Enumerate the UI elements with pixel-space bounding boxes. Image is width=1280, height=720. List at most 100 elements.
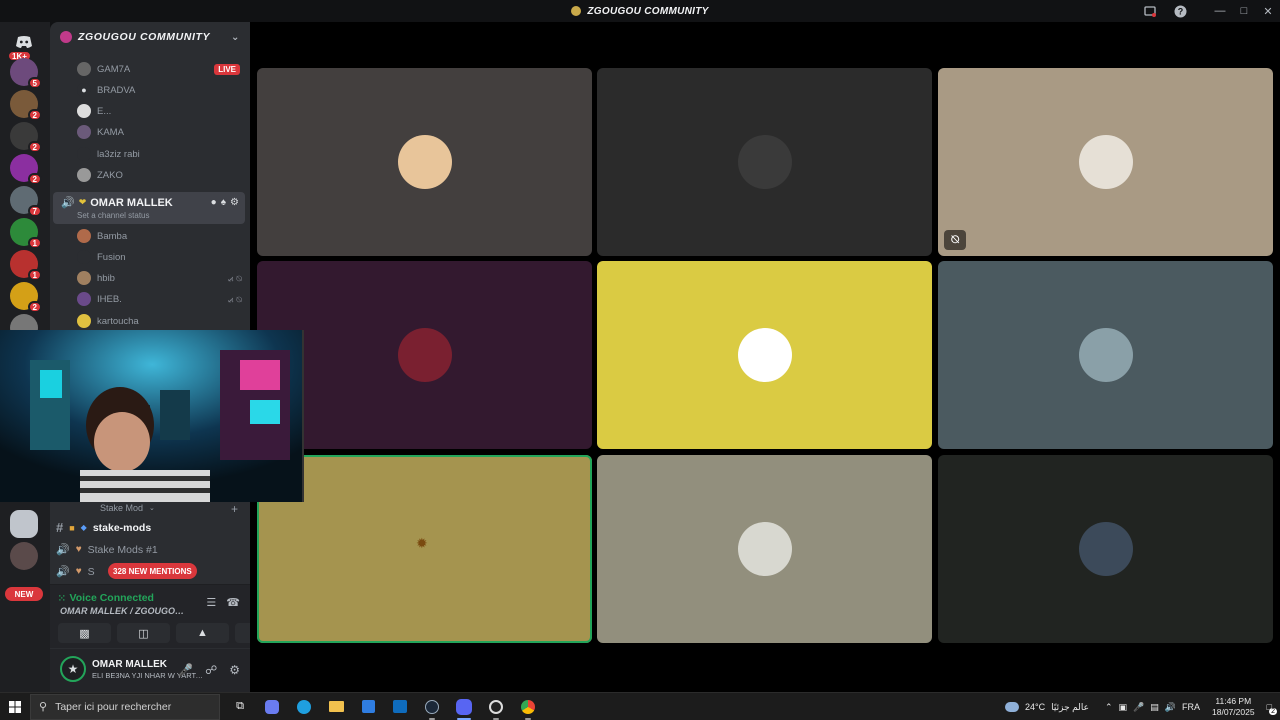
voice-channel-active[interactable]: 🔊 ❤ OMAR MALLEK Set a channel status ● ♠… [53, 192, 245, 224]
weather-temp[interactable]: 24°C [1025, 702, 1045, 712]
voice-user[interactable]: Fusion [77, 250, 126, 264]
discord-taskbar-icon[interactable] [448, 693, 480, 720]
clock-time: 11:46 PM [1215, 696, 1252, 706]
chat-icon[interactable]: ● [211, 197, 217, 208]
add-channel-icon[interactable]: + [231, 502, 238, 516]
store-icon[interactable] [352, 693, 384, 720]
voice-user[interactable]: IHEB. [77, 292, 122, 306]
taskbar-search[interactable]: ⚲ Taper ici pour rechercher [30, 693, 220, 720]
title-bar-controls: ? — □ ✕ [1138, 0, 1280, 22]
steam-icon[interactable] [416, 693, 448, 720]
chrome-icon[interactable] [512, 693, 544, 720]
server-icon[interactable] [10, 510, 38, 538]
camera-off-button[interactable]: ▩ [58, 623, 111, 643]
server-icon[interactable]: 1 [10, 250, 42, 281]
guild-name: ZGOUGOU COMMUNITY [78, 31, 211, 43]
avatar [77, 229, 91, 243]
channel-status[interactable]: Set a channel status [77, 211, 150, 220]
noise-suppression-icon[interactable]: ☰ [206, 596, 216, 609]
participant-tile[interactable] [938, 261, 1273, 449]
close-icon[interactable]: ✕ [1256, 0, 1280, 22]
meet-now-icon[interactable]: ▣ [1119, 702, 1128, 713]
participant-tile[interactable]: ⦰ [938, 68, 1273, 256]
lock-icon: ■ [69, 522, 75, 533]
chevron-up-icon[interactable]: ⌃ [1105, 702, 1113, 713]
server-icon[interactable]: 2 [10, 282, 42, 313]
speaker-icon: 🔊 [56, 566, 70, 578]
server-icon[interactable] [10, 542, 38, 570]
voice-user[interactable]: ● BRADVA [77, 83, 135, 97]
outlook-icon[interactable] [384, 693, 416, 720]
voice-user[interactable]: hbib [77, 271, 115, 285]
edge-icon[interactable] [288, 693, 320, 720]
language-indicator[interactable]: FRA [1182, 702, 1200, 712]
server-icon[interactable]: 7 [10, 186, 42, 217]
microphone-icon[interactable]: 🎤 [178, 663, 193, 677]
obs-icon[interactable] [480, 693, 512, 720]
network-icon[interactable]: ▤ [1150, 702, 1159, 713]
clock[interactable]: 11:46 PM 18/07/2025 [1212, 696, 1255, 718]
avatar [1078, 328, 1133, 382]
copilot-icon[interactable] [256, 693, 288, 720]
chevron-down-icon: ⌄ [149, 505, 155, 512]
category-header[interactable]: Stake Mod ⌄ [100, 503, 155, 513]
windows-start-icon[interactable] [0, 693, 30, 720]
volume-icon[interactable]: 🔊 [1165, 702, 1176, 713]
activities-button[interactable]: ▲ [176, 623, 229, 643]
voice-location[interactable]: OMAR MALLEK / ZGOUGOU COMMUNITY [60, 606, 190, 616]
avatar [77, 271, 91, 285]
user-name[interactable]: OMAR MALLEK [92, 659, 167, 670]
server-icon[interactable]: 5 [10, 58, 42, 89]
voice-user[interactable]: E... [77, 104, 111, 118]
gear-icon[interactable]: ⚙ [230, 197, 239, 208]
leaf-icon: ❤ [78, 197, 87, 207]
chevron-down-icon: ⌄ [231, 31, 240, 43]
gear-icon[interactable]: ⚙ [229, 663, 240, 677]
participant-tile[interactable] [257, 68, 592, 256]
server-icon[interactable]: 2 [10, 90, 42, 121]
minimize-icon[interactable]: — [1208, 0, 1232, 22]
help-icon[interactable]: ? [1168, 0, 1192, 22]
notification-count: 2 [1269, 708, 1277, 715]
voice-user[interactable]: la3ziz rabi [77, 147, 140, 161]
new-mentions-pill[interactable]: 328 NEW MENTIONS [108, 563, 197, 579]
channel-item[interactable]: # ■ ◆ stake-mods [56, 520, 151, 535]
headphones-icon[interactable]: ☍ [205, 663, 217, 677]
avatar[interactable]: ★ [60, 656, 86, 682]
voice-user-name: la3ziz rabi [97, 148, 140, 160]
channel-item[interactable]: 🔊 ♥ Stake Mods #1 [56, 543, 158, 557]
maximize-icon[interactable]: □ [1232, 0, 1256, 22]
server-icon[interactable]: 2 [10, 154, 42, 185]
inbox-icon[interactable] [1138, 0, 1162, 22]
screen-share-icon: ◫ [138, 627, 149, 640]
participant-tile-speaking[interactable]: ✹ [257, 455, 592, 643]
notifications-icon[interactable]: □ 2 [1267, 702, 1277, 715]
screen-share-button[interactable]: ◫ [117, 623, 170, 643]
server-icon[interactable]: 1 [10, 218, 42, 249]
home-button[interactable]: 1K+ [7, 28, 38, 62]
participant-tile[interactable] [597, 455, 932, 643]
disconnect-icon[interactable]: ☎ [226, 596, 240, 609]
task-view-icon[interactable]: ⧉ [224, 693, 256, 720]
server-badge: 1 [27, 237, 42, 249]
voice-user[interactable]: ZAKO [77, 168, 123, 182]
muscle-icon: ♥ [75, 544, 82, 555]
participant-tile[interactable] [938, 455, 1273, 643]
participant-tile[interactable] [597, 261, 932, 449]
participant-tile[interactable] [597, 68, 932, 256]
file-explorer-icon[interactable] [320, 693, 352, 720]
add-user-icon[interactable]: ♠ [221, 197, 226, 208]
server-logo-icon [60, 31, 72, 43]
microphone-icon[interactable]: 🎤 [1133, 702, 1144, 713]
voice-user[interactable]: kartoucha [77, 314, 139, 328]
voice-user[interactable]: KAMA [77, 125, 124, 139]
guild-header[interactable]: ZGOUGOU COMMUNITY ⌄ [50, 22, 250, 52]
participant-tile[interactable] [257, 261, 592, 449]
new-unreads-pill[interactable]: NEW [5, 587, 43, 601]
weather-description[interactable]: عالم جزئيًا [1051, 702, 1089, 713]
server-icon[interactable]: 2 [10, 122, 42, 153]
voice-status[interactable]: ⁙ Voice Connected [58, 592, 154, 604]
channel-item[interactable]: 🔊 ♥ S [56, 565, 95, 579]
voice-user[interactable]: Bamba [77, 229, 127, 243]
voice-user[interactable]: GAM7A [77, 62, 130, 76]
